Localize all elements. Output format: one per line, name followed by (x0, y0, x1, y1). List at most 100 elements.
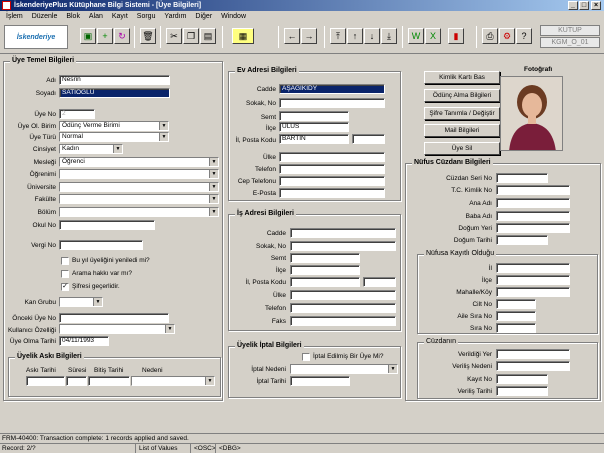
gender-select[interactable]: Kadın ▼ (59, 144, 123, 154)
next-field-icon[interactable]: → (301, 28, 317, 44)
delete-member-button[interactable]: Üye Sil (424, 142, 500, 155)
add-record-icon[interactable]: + (97, 28, 113, 44)
home-email-field[interactable] (279, 188, 385, 198)
mother-name-field[interactable] (496, 198, 570, 208)
chevron-down-icon[interactable]: ▼ (165, 325, 174, 333)
chevron-down-icon[interactable]: ▼ (205, 377, 214, 385)
chevron-down-icon[interactable]: ▼ (159, 133, 168, 141)
work-city-field[interactable] (290, 277, 360, 287)
renewed-checkbox[interactable] (61, 257, 69, 265)
menu-yardim[interactable]: Yardım (164, 13, 186, 20)
volume-no-field[interactable] (496, 299, 536, 309)
trash-icon[interactable]: 🗑 (140, 28, 156, 44)
seq-no-field[interactable] (496, 323, 536, 333)
id-serial-field[interactable] (496, 173, 548, 183)
maximize-button[interactable]: □ (579, 1, 589, 10)
mail-info-button[interactable]: Mail Bilgileri (424, 124, 500, 137)
last-name-field[interactable]: SATIOĞLU (59, 88, 170, 98)
family-seq-field[interactable] (496, 311, 536, 321)
suspension-reason-select[interactable]: ▼ (131, 376, 215, 386)
menu-alan[interactable]: Alan (89, 13, 103, 20)
menu-diger[interactable]: Diğer (195, 13, 212, 20)
menu-sorgu[interactable]: Sorgu (137, 13, 156, 20)
suspension-end-field[interactable] (88, 376, 130, 386)
minimize-button[interactable]: _ (568, 1, 578, 10)
loan-info-button[interactable]: Ödünç Alma Bilgileri (424, 89, 500, 102)
print-icon[interactable]: ⎙ (482, 28, 498, 44)
chevron-down-icon[interactable]: ▼ (209, 170, 218, 178)
first-record-icon[interactable]: ⤒ (330, 28, 346, 44)
issued-reason-field[interactable] (496, 361, 570, 371)
birthdate-field[interactable] (496, 235, 548, 245)
close-button[interactable]: × (591, 1, 601, 10)
cancel-date-field[interactable] (290, 376, 350, 386)
father-name-field[interactable] (496, 211, 570, 221)
home-district-field[interactable] (279, 111, 349, 121)
registry-city-field[interactable] (496, 263, 570, 273)
suspension-duration-field[interactable] (66, 376, 87, 386)
work-phone-field[interactable] (290, 303, 396, 313)
home-mobile-field[interactable] (279, 176, 385, 186)
member-unit-select[interactable]: Ödünç Verme Birimi ▼ (59, 121, 169, 131)
previous-record-icon[interactable]: ↑ (347, 28, 363, 44)
chevron-down-icon[interactable]: ▼ (209, 183, 218, 191)
work-county-field[interactable] (290, 265, 360, 275)
chevron-down-icon[interactable]: ▼ (388, 365, 397, 373)
home-city-field[interactable]: BARTIN (279, 134, 349, 144)
chevron-down-icon[interactable]: ▼ (93, 298, 102, 306)
department-select[interactable]: ▼ (59, 207, 219, 217)
member-type-select[interactable]: Normal ▼ (59, 132, 169, 142)
menu-duzenle[interactable]: Düzenle (32, 13, 58, 20)
home-lane-field[interactable] (279, 98, 385, 108)
education-select[interactable]: ▼ (59, 169, 219, 179)
menu-window[interactable]: Window (221, 13, 246, 20)
copy-icon[interactable]: ❐ (183, 28, 199, 44)
excel-export-icon[interactable]: X (425, 28, 441, 44)
home-postal-field[interactable] (352, 134, 385, 144)
birthplace-field[interactable] (496, 223, 570, 233)
search-right-checkbox[interactable] (61, 270, 69, 278)
last-record-icon[interactable]: ⤓ (381, 28, 397, 44)
chevron-down-icon[interactable]: ▼ (209, 158, 218, 166)
member-no-field[interactable]: 2 (59, 109, 95, 119)
issued-date-field[interactable] (496, 386, 548, 396)
chevron-down-icon[interactable]: ▼ (159, 122, 168, 130)
save-icon[interactable]: ▣ (80, 28, 96, 44)
school-no-field[interactable] (59, 220, 155, 230)
work-postal-field[interactable] (363, 277, 396, 287)
next-record-icon[interactable]: ↓ (364, 28, 380, 44)
help-icon[interactable]: ? (516, 28, 532, 44)
registry-county-field[interactable] (496, 275, 570, 285)
cancelled-checkbox[interactable] (302, 353, 310, 361)
previous-member-no-field[interactable] (59, 313, 169, 323)
issued-place-field[interactable] (496, 349, 570, 359)
home-street-field[interactable]: AŞAĞIKIDY (279, 84, 385, 94)
chevron-down-icon[interactable]: ▼ (113, 145, 122, 153)
suspension-date-field[interactable] (26, 376, 65, 386)
blood-type-select[interactable]: ▼ (59, 297, 103, 307)
work-street-field[interactable] (290, 228, 396, 238)
exit-icon[interactable]: ▮ (448, 28, 464, 44)
membership-date-field[interactable]: 04/11/1993 (59, 336, 109, 346)
menu-kayit[interactable]: Kayıt (112, 13, 128, 20)
cancel-reason-select[interactable]: ▼ (290, 364, 398, 374)
cut-icon[interactable]: ✂ (166, 28, 182, 44)
previous-field-icon[interactable]: ← (284, 28, 300, 44)
settings-icon[interactable]: ⚙ (499, 28, 515, 44)
registry-village-field[interactable] (496, 287, 570, 297)
password-button[interactable]: Şifre Tanımla / Değiştir (424, 107, 500, 120)
work-fax-field[interactable] (290, 316, 396, 326)
user-property-select[interactable]: ▼ (59, 324, 175, 334)
menu-blok[interactable]: Blok (66, 13, 80, 20)
first-name-field[interactable]: Nesrin (59, 75, 170, 85)
tc-id-field[interactable] (496, 185, 570, 195)
password-valid-checkbox[interactable]: ✓ (61, 283, 69, 291)
faculty-select[interactable]: ▼ (59, 194, 219, 204)
chevron-down-icon[interactable]: ▼ (209, 208, 218, 216)
list-of-values-icon[interactable]: ▦ (232, 28, 254, 44)
refresh-icon[interactable]: ↻ (114, 28, 130, 44)
word-export-icon[interactable]: W (408, 28, 424, 44)
university-select[interactable]: ▼ (59, 182, 219, 192)
print-id-card-button[interactable]: Kimlik Kartı Bas (424, 71, 500, 84)
work-lane-field[interactable] (290, 241, 396, 251)
